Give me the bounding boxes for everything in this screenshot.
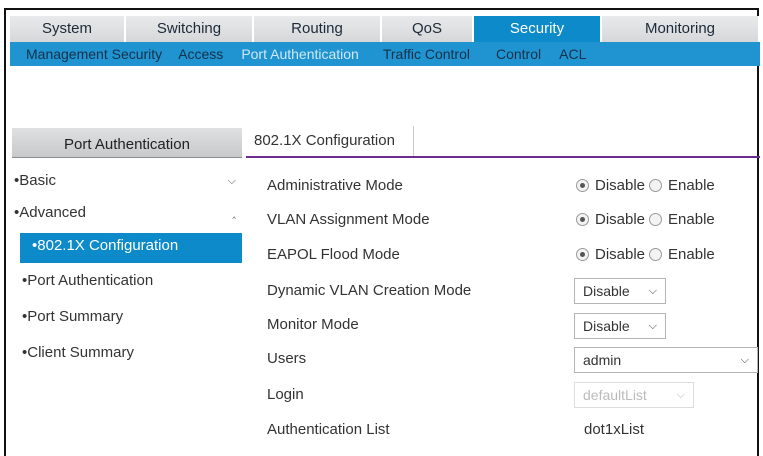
select-value: admin xyxy=(583,352,622,368)
sidebar-section-label: Basic xyxy=(19,172,56,189)
subnav-traffic-control[interactable]: Traffic Control xyxy=(359,46,470,62)
sidebar-item-port-authentication[interactable]: •Port Authentication xyxy=(20,268,242,298)
users-select[interactable]: admin ⌵ xyxy=(574,347,758,373)
chevron-down-icon: ⌵ xyxy=(227,175,236,187)
page-title: 802.1X Configuration xyxy=(254,132,395,149)
panel-title-divider xyxy=(246,156,760,158)
vlan-assignment-enable-radio[interactable] xyxy=(649,213,663,226)
chevron-up-icon: ‸ xyxy=(232,207,236,219)
sidebar-item-label: 802.1X Configuration xyxy=(37,237,179,254)
eapol-flood-radio-group: Disable Enable xyxy=(576,246,715,263)
radio-label: Enable xyxy=(668,246,715,263)
select-value: Disable xyxy=(583,318,630,334)
subnav-access[interactable]: Access xyxy=(162,46,223,62)
tab-security[interactable]: Security xyxy=(474,16,602,42)
eapol-flood-disable-radio[interactable] xyxy=(576,248,589,261)
select-value: Disable xyxy=(583,283,630,299)
authentication-list-label: Authentication List xyxy=(267,421,390,438)
admin-mode-disable-radio[interactable] xyxy=(576,179,589,192)
radio-label: Disable xyxy=(595,246,646,263)
chevron-down-icon: ⌵ xyxy=(648,320,657,332)
chevron-down-icon: ⌵ xyxy=(648,285,657,297)
admin-mode-label: Administrative Mode xyxy=(267,177,403,194)
monitor-mode-select[interactable]: Disable ⌵ xyxy=(574,313,666,339)
radio-label: Disable xyxy=(595,177,646,194)
sidebar-item-client-summary[interactable]: •Client Summary xyxy=(20,340,242,370)
sidebar-item-label: Port Authentication xyxy=(27,272,154,289)
login-select: defaultList ⌵ xyxy=(574,382,694,408)
radio-label: Enable xyxy=(668,211,715,228)
tab-system[interactable]: System xyxy=(10,16,126,42)
sidebar-item-port-summary[interactable]: •Port Summary xyxy=(20,304,242,334)
login-label: Login xyxy=(267,386,304,403)
dynamic-vlan-label: Dynamic VLAN Creation Mode xyxy=(267,282,472,299)
admin-mode-radio-group: Disable Enable xyxy=(576,177,715,194)
subnav-acl[interactable]: ACL xyxy=(541,46,586,62)
sidebar-section-advanced[interactable]: •Advanced ‸ xyxy=(14,200,242,230)
chevron-down-icon: ⌵ xyxy=(740,354,749,366)
sidebar-section-label: Advanced xyxy=(19,204,86,221)
sidebar-item-8021x-configuration[interactable]: •802.1X Configuration xyxy=(20,233,242,263)
vlan-assignment-radio-group: Disable Enable xyxy=(576,211,715,228)
radio-label: Disable xyxy=(595,211,646,228)
subnav-management-security[interactable]: Management Security xyxy=(10,46,162,62)
monitor-mode-label: Monitor Mode xyxy=(267,316,359,333)
subnav-control[interactable]: Control xyxy=(470,46,541,62)
eapol-flood-enable-radio[interactable] xyxy=(649,248,663,261)
tab-qos[interactable]: QoS xyxy=(382,16,474,42)
tab-routing[interactable]: Routing xyxy=(254,16,382,42)
admin-mode-enable-radio[interactable] xyxy=(649,179,663,192)
authentication-list-value: dot1xList xyxy=(584,421,645,438)
subnav-port-authentication[interactable]: Port Authentication xyxy=(223,46,359,62)
sidebar-item-label: Port Summary xyxy=(27,308,124,325)
users-label: Users xyxy=(267,350,307,367)
chevron-down-icon: ⌵ xyxy=(676,389,685,401)
top-nav: System Switching Routing QoS Security Mo… xyxy=(10,16,760,42)
sub-nav: Management Security Access Port Authenti… xyxy=(10,42,760,66)
tab-switching[interactable]: Switching xyxy=(126,16,254,42)
dynamic-vlan-select[interactable]: Disable ⌵ xyxy=(574,278,666,304)
sidebar-title: Port Authentication xyxy=(12,128,242,158)
vlan-assignment-label: VLAN Assignment Mode xyxy=(267,211,430,228)
sidebar-section-basic[interactable]: •Basic ⌵ xyxy=(14,168,242,198)
eapol-flood-label: EAPOL Flood Mode xyxy=(267,246,400,263)
sidebar-item-label: Client Summary xyxy=(27,344,134,361)
radio-label: Enable xyxy=(668,177,715,194)
select-value: defaultList xyxy=(583,387,647,403)
tab-monitoring[interactable]: Monitoring xyxy=(602,16,760,42)
vlan-assignment-disable-radio[interactable] xyxy=(576,213,589,226)
